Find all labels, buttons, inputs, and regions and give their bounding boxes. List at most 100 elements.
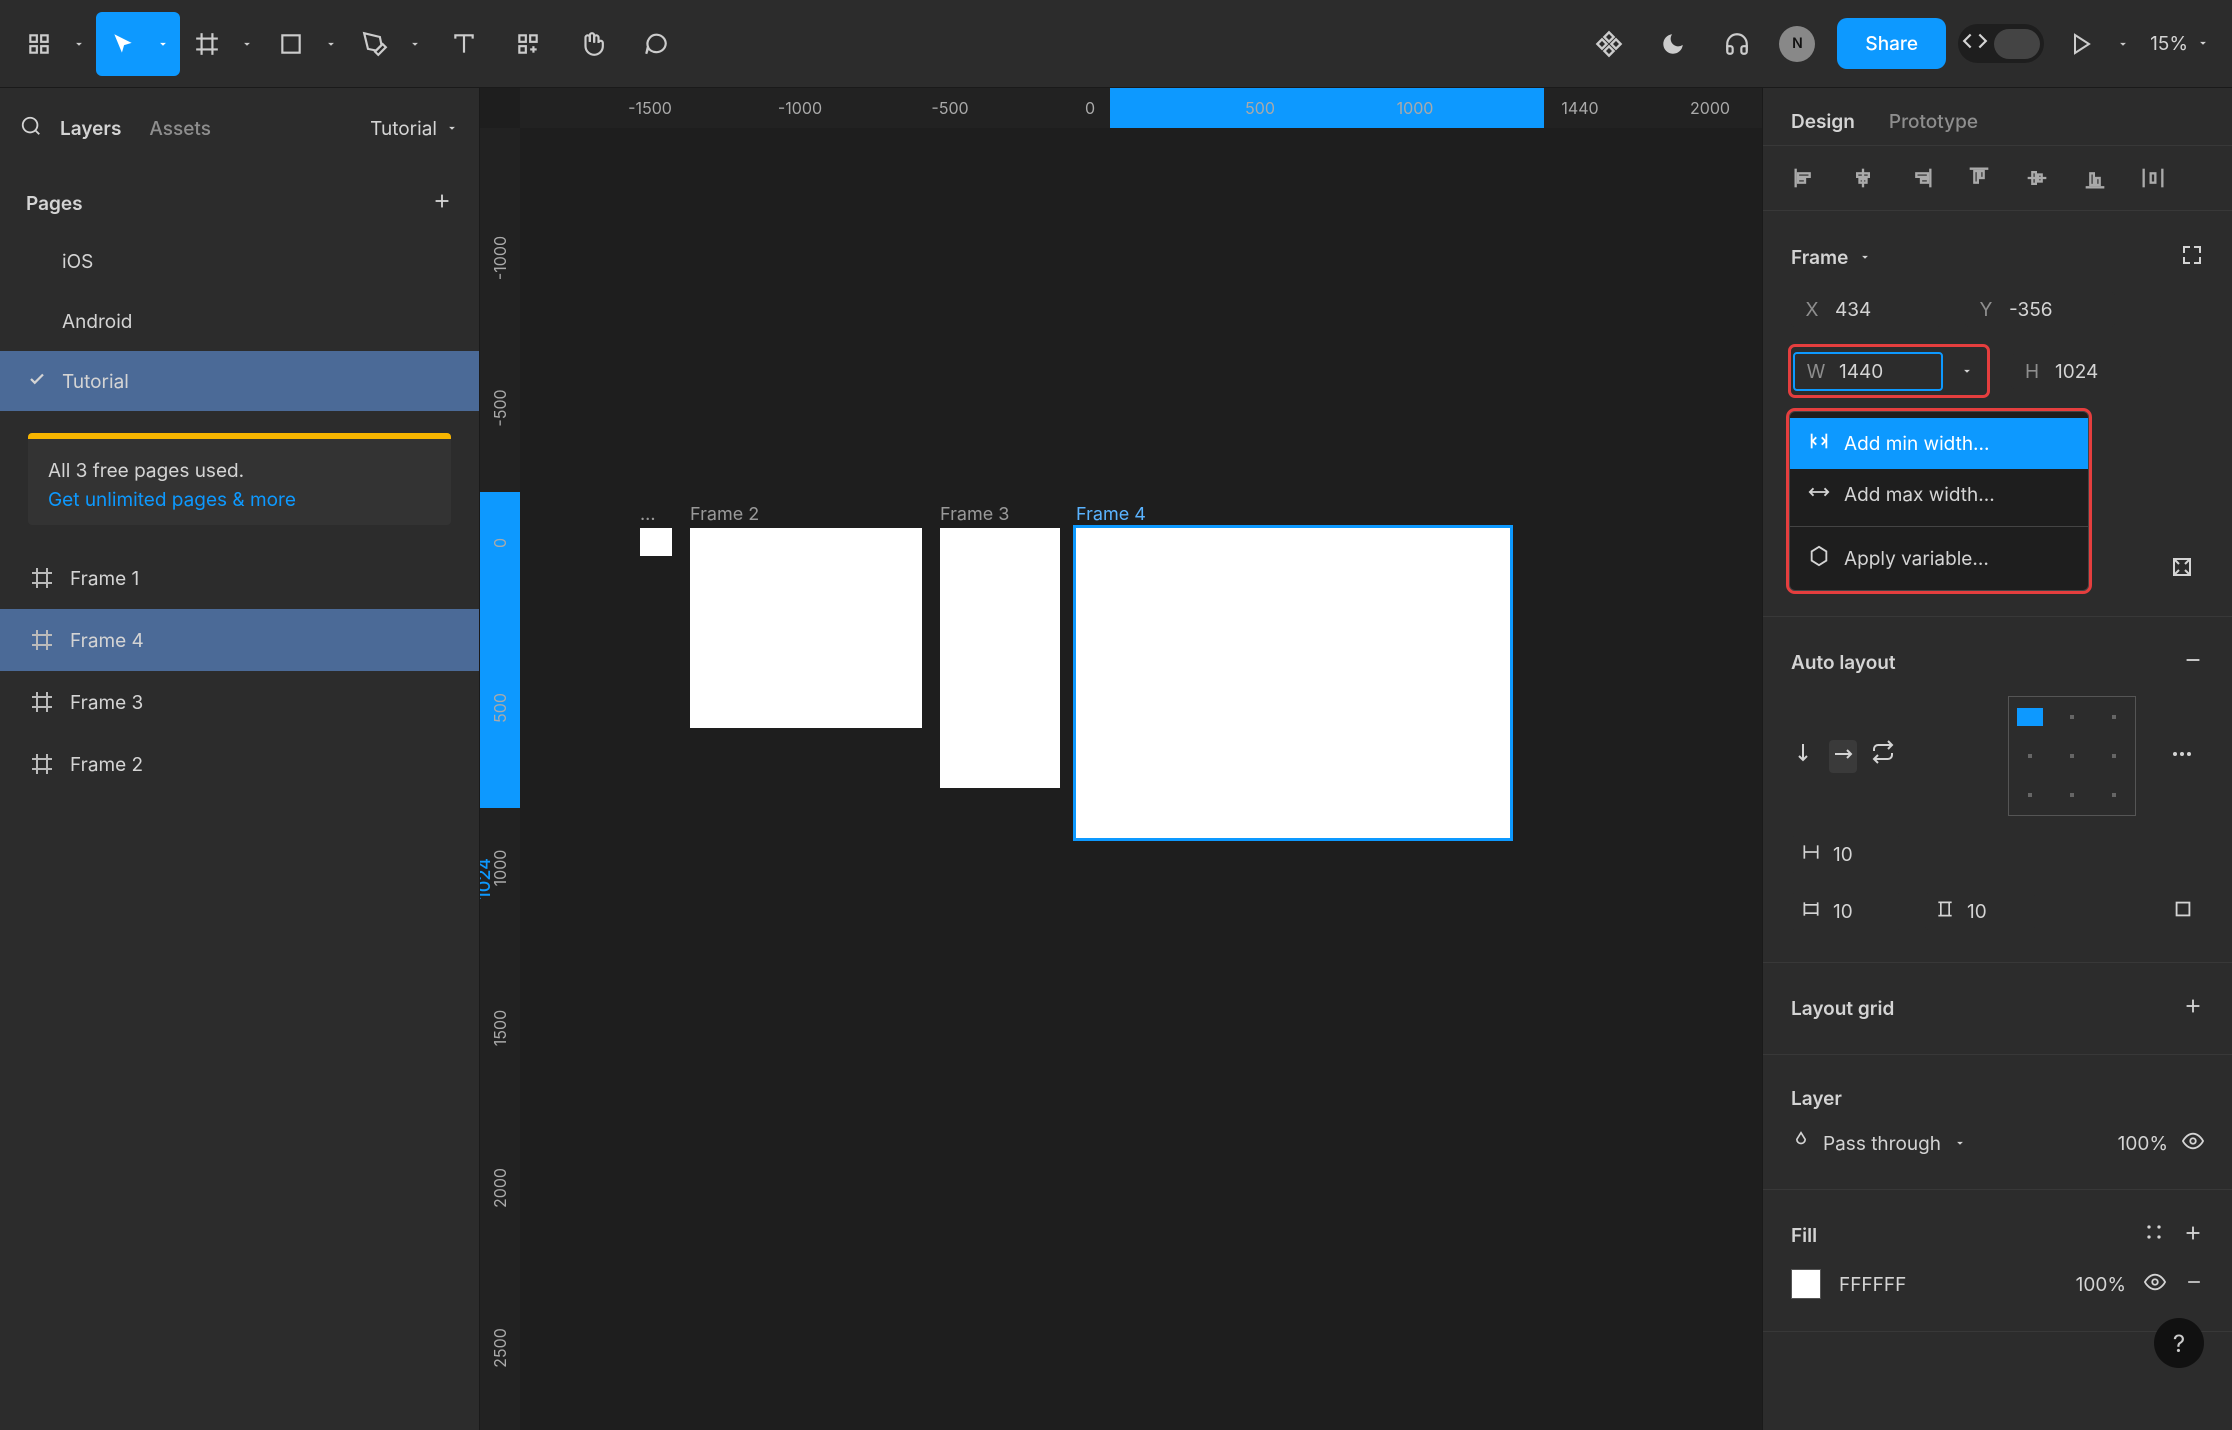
ruler-tick: -500: [490, 389, 510, 426]
canvas-frame[interactable]: [940, 528, 1060, 788]
tab-design[interactable]: Design: [1791, 110, 1855, 133]
theme-toggle-button[interactable]: [1641, 12, 1705, 76]
max-width-icon: [1808, 481, 1830, 508]
component-insert-button[interactable]: [1577, 12, 1641, 76]
resources-button[interactable]: [496, 12, 560, 76]
blend-mode-dropdown[interactable]: Pass through: [1791, 1131, 1967, 1156]
canvas[interactable]: -1500 -1000 -500 0 500 1000 1440 2000 -1…: [480, 88, 1762, 1430]
frame-type-dropdown[interactable]: Frame: [1791, 246, 1872, 269]
visibility-icon[interactable]: [2182, 1130, 2204, 1157]
x-value: 434: [1835, 298, 1931, 321]
search-icon[interactable]: [20, 115, 42, 142]
page-row[interactable]: Android: [0, 291, 479, 351]
layer-row[interactable]: Frame 2: [0, 733, 479, 795]
menu-item-label: Add max width...: [1844, 483, 1995, 506]
share-button[interactable]: Share: [1837, 18, 1946, 69]
direction-vertical-button[interactable]: [1791, 740, 1815, 773]
direction-horizontal-button[interactable]: [1829, 740, 1857, 773]
add-fill-button[interactable]: [2182, 1222, 2204, 1249]
distribute-icon[interactable]: [2139, 164, 2167, 192]
pen-tool-button[interactable]: [348, 12, 432, 76]
upgrade-link[interactable]: Get unlimited pages & more: [48, 488, 431, 511]
height-field[interactable]: H 1024: [2011, 354, 2161, 389]
layout-grid-title: Layout grid: [1791, 997, 1894, 1020]
padding-horizontal-field[interactable]: 10: [1791, 893, 1901, 930]
layer-row[interactable]: Frame 4: [0, 609, 479, 671]
frame-label[interactable]: ...: [640, 504, 656, 525]
zoom-control[interactable]: 15%: [2140, 32, 2220, 55]
canvas-frame[interactable]: [1076, 528, 1510, 838]
chevron-down-icon: [445, 117, 459, 140]
layer-row[interactable]: Frame 1: [0, 547, 479, 609]
main-menu-button[interactable]: [12, 12, 96, 76]
align-right-icon[interactable]: [1907, 164, 1935, 192]
rectangle-icon: [278, 31, 304, 57]
menu-item-apply-variable[interactable]: Apply variable...: [1790, 533, 2088, 584]
direction-wrap-button[interactable]: [1871, 740, 1895, 773]
dev-mode-icon: [1962, 28, 1988, 59]
tab-prototype[interactable]: Prototype: [1889, 110, 1978, 133]
help-button[interactable]: ?: [2154, 1318, 2204, 1368]
layer-name: Frame 4: [70, 629, 144, 652]
user-avatar[interactable]: N: [1779, 26, 1815, 62]
x-field[interactable]: X 434: [1791, 292, 1941, 327]
individual-padding-button[interactable]: [2172, 898, 2194, 925]
file-name-dropdown[interactable]: Tutorial: [370, 117, 459, 140]
blend-icon: [1791, 1131, 1811, 1156]
alignment-grid[interactable]: [2008, 696, 2136, 816]
tab-assets[interactable]: Assets: [149, 117, 211, 140]
shape-tool-button[interactable]: [264, 12, 348, 76]
layer-row[interactable]: Frame 3: [0, 671, 479, 733]
remove-auto-layout-button[interactable]: [2182, 649, 2204, 676]
align-vcenter-icon[interactable]: [2023, 164, 2051, 192]
gap-field[interactable]: 10: [1791, 836, 1901, 873]
page-row[interactable]: Tutorial: [0, 351, 479, 411]
fill-visibility-icon[interactable]: [2144, 1271, 2166, 1298]
remove-fill-button[interactable]: [2184, 1272, 2204, 1297]
padding-vertical-field[interactable]: 10: [1925, 893, 2035, 930]
text-tool-button[interactable]: [432, 12, 496, 76]
canvas-frame[interactable]: [640, 528, 672, 556]
tab-layers[interactable]: Layers: [60, 117, 121, 140]
fill-style-icon[interactable]: [2144, 1222, 2164, 1249]
layer-opacity-value[interactable]: 100%: [2118, 1132, 2168, 1155]
upgrade-text: All 3 free pages used.: [48, 459, 431, 482]
align-bottom-icon[interactable]: [2081, 164, 2109, 192]
y-field[interactable]: Y -356: [1965, 292, 2115, 327]
fill-opacity-value[interactable]: 100%: [2076, 1273, 2126, 1296]
layer-title: Layer: [1791, 1087, 1842, 1110]
width-options-button[interactable]: [1949, 349, 1985, 393]
comment-tool-button[interactable]: [624, 12, 688, 76]
frame-tool-button[interactable]: [180, 12, 264, 76]
menu-item-add-min-width[interactable]: Add min width...: [1790, 418, 2088, 469]
ruler-vertical: -1000 -500 0 500 1000 1500 2000 2500: [480, 128, 520, 1430]
canvas-frame[interactable]: [690, 528, 922, 728]
page-row[interactable]: iOS: [0, 231, 479, 291]
auto-layout-more-button[interactable]: [2170, 742, 2194, 771]
fill-swatch[interactable]: [1791, 1269, 1821, 1299]
add-layout-grid-button[interactable]: [2182, 995, 2204, 1022]
resize-to-fit-icon[interactable]: [2170, 555, 2194, 584]
hand-tool-button[interactable]: [560, 12, 624, 76]
align-top-icon[interactable]: [1965, 164, 1993, 192]
hand-icon: [579, 31, 605, 57]
pad-h-icon: [1801, 899, 1821, 924]
frame-label[interactable]: Frame 2: [690, 504, 759, 525]
frame-label[interactable]: Frame 3: [940, 504, 1009, 525]
menu-item-label: Add min width...: [1844, 432, 1989, 455]
add-page-button[interactable]: [431, 190, 453, 217]
fill-hex-value[interactable]: FFFFFF: [1839, 1273, 1906, 1296]
menu-item-add-max-width[interactable]: Add max width...: [1790, 469, 2088, 520]
align-left-icon[interactable]: [1791, 164, 1819, 192]
zoom-value: 15%: [2150, 32, 2188, 55]
width-field[interactable]: W 1440: [1793, 352, 1943, 391]
fit-to-content-icon[interactable]: [2180, 243, 2204, 272]
move-tool-button[interactable]: [96, 12, 180, 76]
frame-label[interactable]: Frame 4: [1076, 504, 1146, 525]
dev-mode-toggle[interactable]: [1958, 24, 2044, 63]
align-hcenter-icon[interactable]: [1849, 164, 1877, 192]
voice-button[interactable]: [1705, 12, 1769, 76]
present-button[interactable]: [2056, 12, 2140, 76]
upgrade-card: All 3 free pages used. Get unlimited pag…: [28, 433, 451, 525]
chevron-down-icon: [240, 37, 254, 51]
